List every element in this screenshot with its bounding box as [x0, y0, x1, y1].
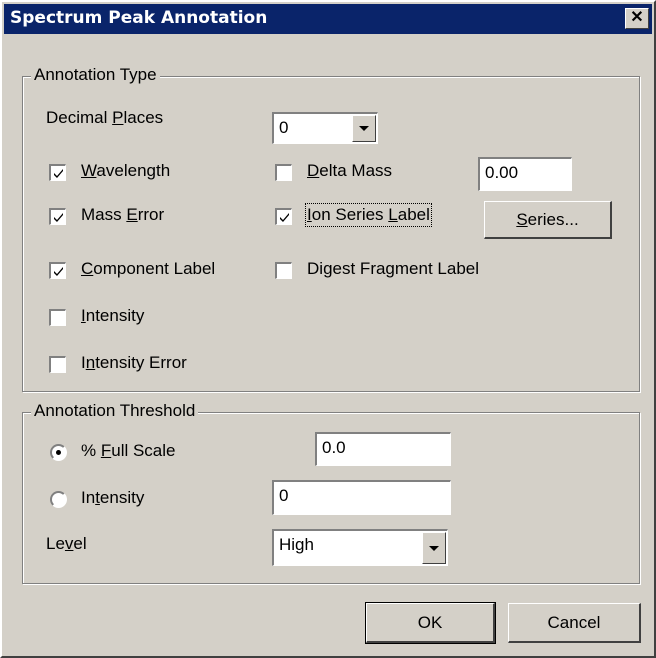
- annotation-type-legend: Annotation Type: [31, 65, 160, 85]
- window-title: Spectrum Peak Annotation: [10, 8, 268, 28]
- mass-error-label[interactable]: Mass Error: [81, 205, 164, 225]
- ion-series-label-checkbox[interactable]: [275, 208, 292, 225]
- decimal-places-value: 0: [279, 118, 289, 137]
- intensity-error-checkbox[interactable]: [49, 356, 66, 373]
- ion-series-label-label[interactable]: Ion Series Label: [305, 203, 432, 227]
- close-icon: ✕: [630, 9, 644, 26]
- intensity-error-label[interactable]: Intensity Error: [81, 353, 187, 373]
- delta-mass-value: 0.00: [485, 163, 519, 182]
- decimal-places-label: Decimal Places: [46, 108, 164, 127]
- component-label-checkbox[interactable]: [49, 262, 66, 279]
- check-icon: [280, 213, 289, 222]
- intensity-threshold-value: 0: [279, 486, 289, 505]
- check-icon: [54, 169, 63, 178]
- wavelength-label[interactable]: Wavelength: [81, 161, 170, 181]
- intensity-label[interactable]: Intensity: [81, 306, 144, 326]
- full-scale-label[interactable]: % Full Scale: [81, 441, 176, 461]
- full-scale-radio[interactable]: [50, 444, 67, 461]
- digest-fragment-label-label[interactable]: Digest Fragment Label: [307, 259, 479, 279]
- level-value: High: [279, 535, 314, 554]
- delta-mass-label[interactable]: Delta Mass: [307, 161, 392, 181]
- delta-mass-input[interactable]: 0.00: [478, 157, 572, 191]
- chevron-down-icon: [359, 126, 369, 131]
- decimal-places-select[interactable]: 0: [272, 112, 378, 144]
- spectrum-peak-annotation-dialog: Spectrum Peak Annotation ✕ Annotation Ty…: [0, 0, 656, 658]
- level-select[interactable]: High: [272, 529, 448, 566]
- title-bar[interactable]: Spectrum Peak Annotation ✕: [4, 4, 652, 34]
- close-button[interactable]: ✕: [625, 8, 649, 29]
- full-scale-input[interactable]: 0.0: [315, 432, 451, 466]
- full-scale-value: 0.0: [322, 438, 346, 457]
- intensity-checkbox[interactable]: [49, 309, 66, 326]
- delta-mass-checkbox[interactable]: [275, 164, 292, 181]
- cancel-button[interactable]: Cancel: [508, 603, 641, 643]
- decimal-places-dropdown-button[interactable]: [352, 115, 376, 142]
- wavelength-checkbox[interactable]: [49, 164, 66, 181]
- chevron-down-icon: [429, 546, 439, 551]
- check-icon: [54, 213, 63, 222]
- annotation-threshold-legend: Annotation Threshold: [31, 401, 199, 421]
- intensity-threshold-input[interactable]: 0: [272, 480, 451, 515]
- digest-fragment-label-checkbox[interactable]: [275, 262, 292, 279]
- ok-button[interactable]: OK: [365, 602, 496, 644]
- level-dropdown-button[interactable]: [422, 532, 446, 564]
- intensity-radio[interactable]: [50, 491, 67, 508]
- check-icon: [54, 267, 63, 276]
- intensity-radio-label[interactable]: Intensity: [81, 488, 144, 508]
- radio-selected-dot: [56, 450, 61, 455]
- mass-error-checkbox[interactable]: [49, 208, 66, 225]
- component-label-label[interactable]: Component Label: [81, 259, 215, 279]
- level-label: Level: [46, 534, 87, 553]
- series-button[interactable]: Series...: [484, 201, 612, 239]
